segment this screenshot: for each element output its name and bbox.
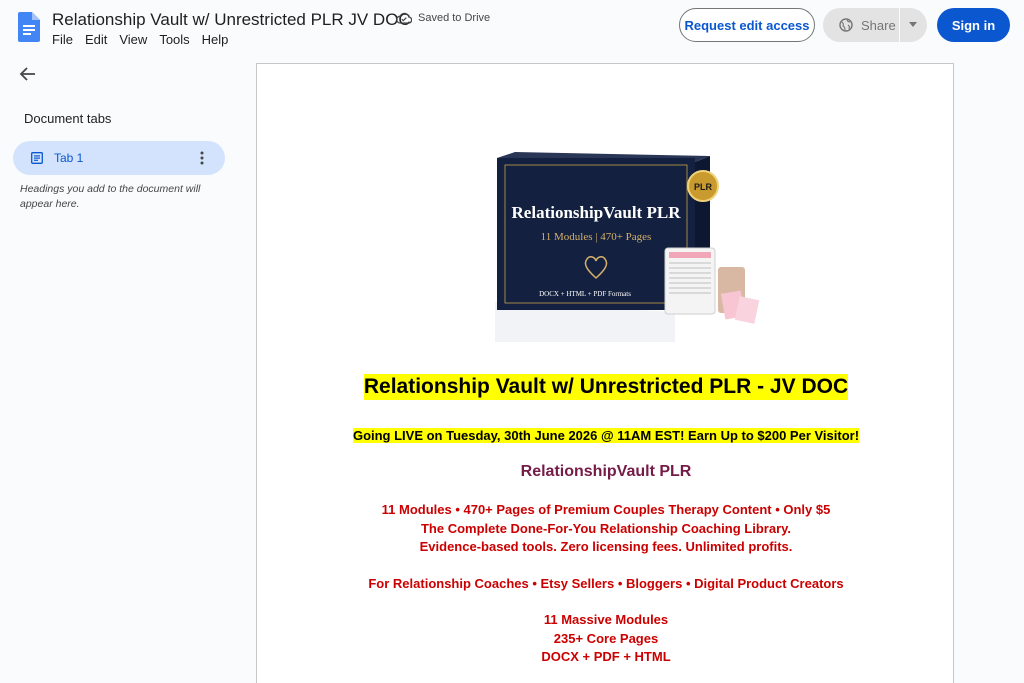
brand-name: RelationshipVault PLR	[520, 463, 692, 480]
document-heading: Relationship Vault w/ Unrestricted PLR -…	[363, 374, 849, 400]
menu-view[interactable]: View	[113, 32, 153, 47]
tab-1[interactable]: Tab 1	[13, 141, 225, 175]
feature-line: The Complete Done-For-You Relationship C…	[420, 520, 792, 536]
document-tabs-heading: Document tabs	[24, 111, 112, 126]
modules-block: 11 Massive Modules 235+ Core Pages DOCX …	[257, 611, 955, 667]
document-content: Relationship Vault w/ Unrestricted PLR -…	[257, 374, 955, 667]
menu-help[interactable]: Help	[196, 32, 235, 47]
save-status[interactable]: Saved to Drive	[396, 12, 490, 24]
share-button[interactable]: Share	[823, 8, 927, 42]
tab-1-label: Tab 1	[54, 151, 84, 165]
feature-line: Evidence-based tools. Zero licensing fee…	[419, 539, 793, 554]
app-header: Relationship Vault w/ Unrestricted PLR J…	[0, 0, 1024, 56]
product-box-title: RelationshipVault PLR	[512, 203, 682, 222]
share-button-label: Share	[861, 17, 896, 33]
back-arrow-icon[interactable]	[17, 63, 39, 85]
modules-line: 11 Massive Modules	[543, 612, 669, 627]
menu-file[interactable]: File	[52, 32, 79, 47]
product-box-formats: DOCX + HTML + PDF Formats	[539, 290, 631, 298]
golive-text: Going LIVE on Tuesday, 30th June 2026 @ …	[352, 428, 860, 443]
more-vert-icon[interactable]	[197, 150, 207, 166]
sign-in-button[interactable]: Sign in	[937, 8, 1010, 42]
share-divider	[899, 8, 900, 42]
plr-seal-label: PLR	[694, 182, 713, 192]
product-box-image: RelationshipVault PLR 11 Modules | 470+ …	[495, 152, 760, 342]
request-edit-access-button[interactable]: Request edit access	[679, 8, 815, 42]
document-tab-icon	[31, 152, 43, 164]
feature-line: 11 Modules • 470+ Pages of Premium Coupl…	[381, 502, 831, 517]
product-box-subtitle: 11 Modules | 470+ Pages	[541, 231, 652, 243]
menu-edit[interactable]: Edit	[79, 32, 113, 47]
audience-line: For Relationship Coaches • Etsy Sellers …	[368, 575, 844, 591]
save-status-label: Saved to Drive	[418, 12, 491, 24]
menu-tools[interactable]: Tools	[153, 32, 195, 47]
share-dropdown-caret-icon[interactable]	[909, 22, 917, 27]
document-title[interactable]: Relationship Vault w/ Unrestricted PLR J…	[52, 10, 411, 30]
golive-announcement: Going LIVE on Tuesday, 30th June 2026 @ …	[346, 427, 866, 445]
headings-hint: Headings you add to the document will ap…	[20, 183, 201, 210]
feature-block: 11 Modules • 470+ Pages of Premium Coupl…	[257, 501, 955, 557]
cloud-done-icon	[396, 12, 412, 24]
globe-icon	[839, 18, 853, 32]
menu-bar: File Edit View Tools Help	[52, 32, 234, 47]
modules-line: 235+ Core Pages	[553, 630, 659, 646]
google-docs-logo-icon[interactable]	[18, 12, 40, 42]
document-page[interactable]: RelationshipVault PLR 11 Modules | 470+ …	[256, 63, 954, 683]
modules-line: DOCX + PDF + HTML	[541, 649, 671, 664]
